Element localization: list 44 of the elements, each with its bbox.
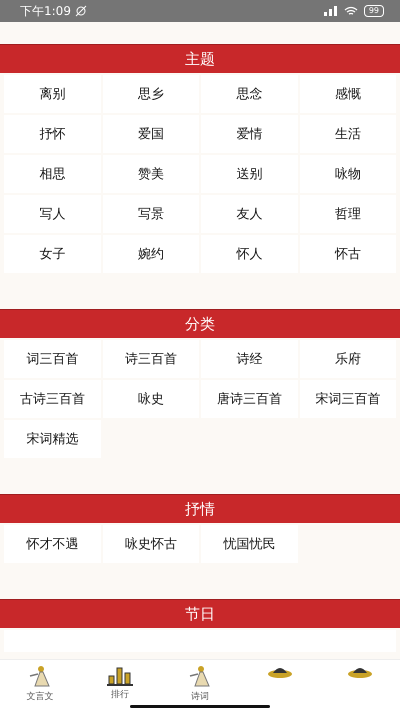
category-item[interactable]: 赞美 [102,155,199,193]
status-time: 下午1:09 [20,2,71,20]
category-item[interactable]: 生活 [300,115,396,153]
nav-tab-label[interactable]: 诗词 [191,690,209,703]
category-item[interactable]: 女子 [4,235,100,273]
category-item[interactable]: 词三百首 [4,340,100,378]
battery-icon: 99 [364,5,384,17]
category-item[interactable]: 相思 [4,155,100,193]
wifi-icon [344,6,358,16]
category-item[interactable]: 怀人 [201,235,298,273]
category-item[interactable]: 诗三百首 [102,340,199,378]
category-item[interactable]: 抒怀 [4,115,100,153]
section-header: 主题 [0,44,400,73]
category-item[interactable]: 思乡 [102,75,199,113]
category-item[interactable]: 古诗三百首 [4,380,100,418]
alarm-off-icon [74,5,87,17]
category-item[interactable]: 离别 [4,75,100,113]
category-item[interactable]: 写景 [102,195,199,233]
category-item[interactable]: 写人 [4,195,100,233]
category-item[interactable]: 咏史 [102,380,199,418]
category-item[interactable]: 乐府 [300,340,396,378]
category-item[interactable]: 友人 [201,195,298,233]
category-item[interactable]: 送别 [201,155,298,193]
category-item[interactable]: 怀才不遇 [4,525,100,563]
category-item[interactable]: 咏史怀古 [102,525,199,563]
category-item[interactable]: 怀古 [300,235,396,273]
category-item[interactable]: 爱国 [102,115,199,153]
category-item[interactable]: 诗经 [201,340,298,378]
category-item[interactable]: 婉约 [102,235,199,273]
category-item[interactable]: 唐诗三百首 [201,380,298,418]
category-item[interactable]: 宋词三百首 [300,380,396,418]
section-header: 节日 [0,599,400,628]
section-header: 分类 [0,309,400,338]
category-item[interactable]: 宋词精选 [4,420,100,458]
category-item[interactable]: 爱情 [201,115,298,153]
nav-tab-label[interactable]: 排行 [111,688,129,701]
signal-icon [324,6,338,16]
section-header: 抒情 [0,494,400,523]
category-item[interactable]: 感慨 [300,75,396,113]
category-item[interactable]: 思念 [201,75,298,113]
category-item[interactable]: 哲理 [300,195,396,233]
category-item[interactable]: 忧国忧民 [201,525,298,563]
category-item[interactable]: 咏物 [300,155,396,193]
nav-tab-label[interactable]: 文言文 [26,690,54,703]
